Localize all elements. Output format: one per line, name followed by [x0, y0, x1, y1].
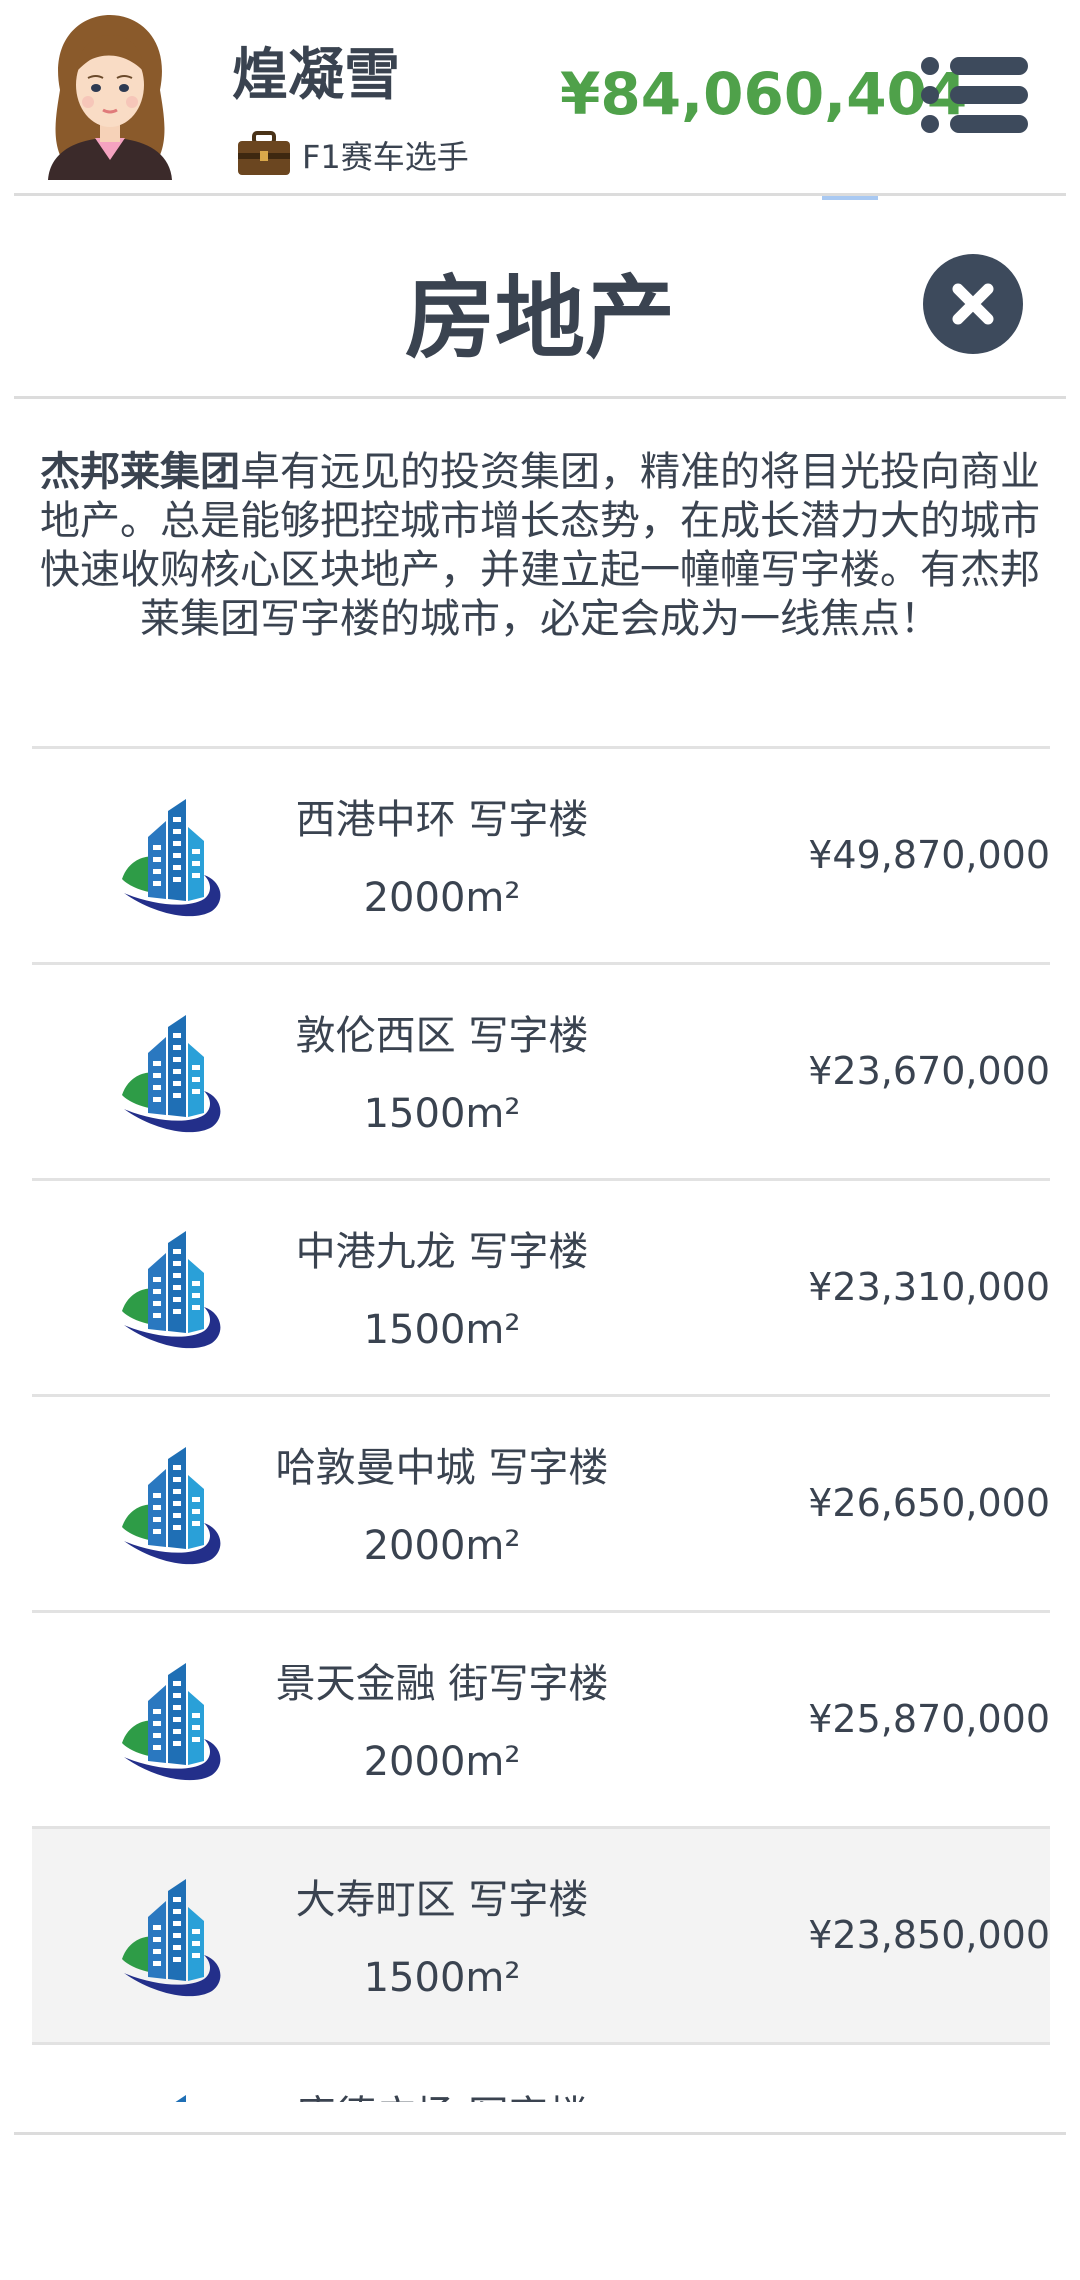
company-name: 杰邦莱集团	[40, 449, 240, 495]
property-area: 1500m²	[363, 1091, 521, 1137]
property-row[interactable]: 中港九龙 写字楼 1500m² ¥23,310,000	[32, 1178, 1050, 1394]
company-description: 杰邦莱集团卓有远见的投资集团，精准的将目光投向商业地产。总是能够把控城市增长态势…	[40, 448, 1040, 644]
property-name: 景天金融 街写字楼	[275, 1661, 609, 1707]
property-price: ¥26,650,000	[808, 1481, 1050, 1525]
property-area: 2000m²	[363, 875, 521, 921]
property-name: 西港中环 写字楼	[295, 797, 589, 843]
menu-list-icon[interactable]	[920, 50, 1030, 140]
player-name: 煌凝雪	[232, 43, 400, 108]
property-name: 中港九龙 写字楼	[295, 1229, 589, 1275]
property-area: 1500m²	[363, 1955, 521, 2001]
property-list: 西港中环 写字楼 2000m² ¥49,870,000 敦伦西区 写字楼 150…	[32, 746, 1050, 2102]
property-area: 2000m²	[363, 1523, 521, 1569]
briefcase-icon	[238, 131, 290, 175]
section-title: 房地产	[405, 266, 675, 371]
job-info: F1赛车选手	[236, 130, 469, 180]
player-avatar[interactable]	[40, 10, 180, 180]
property-name: 敦伦西区 写字楼	[295, 1013, 589, 1059]
property-name: 大寿町区 写字楼	[295, 1877, 589, 1923]
property-row[interactable]: 敦伦西区 写字楼 1500m² ¥23,670,000	[32, 962, 1050, 1178]
money-balance: ¥84,060,404	[560, 60, 968, 128]
top-bar: 煌凝雪 F1赛车选手 ¥84,060,404	[0, 0, 1080, 195]
property-price: ¥23,670,000	[808, 1049, 1050, 1093]
property-row[interactable]: 唐德广场 写字楼	[32, 2042, 1050, 2102]
property-row[interactable]: 景天金融 街写字楼 2000m² ¥25,870,000	[32, 1610, 1050, 1826]
property-price: ¥25,870,000	[808, 1697, 1050, 1741]
header-divider	[14, 193, 1066, 196]
property-row-selected[interactable]: 大寿町区 写字楼 1500m² ¥23,850,000	[32, 1826, 1050, 2042]
property-area: 2000m²	[363, 1739, 521, 1785]
close-icon[interactable]	[921, 252, 1025, 356]
property-area: 1500m²	[363, 1307, 521, 1353]
property-name: 唐德广场 写字楼	[182, 2083, 702, 2102]
property-price: ¥23,310,000	[808, 1265, 1050, 1309]
list-bottom-divider	[14, 2132, 1066, 2135]
title-divider	[14, 396, 1066, 399]
property-price: ¥49,870,000	[808, 833, 1050, 877]
job-title: F1赛车选手	[302, 138, 469, 176]
property-name: 哈敦曼中城 写字楼	[275, 1445, 609, 1491]
property-price: ¥23,850,000	[808, 1913, 1050, 1957]
scroll-indicator	[822, 196, 878, 200]
property-row[interactable]: 哈敦曼中城 写字楼 2000m² ¥26,650,000	[32, 1394, 1050, 1610]
property-row[interactable]: 西港中环 写字楼 2000m² ¥49,870,000	[32, 746, 1050, 962]
